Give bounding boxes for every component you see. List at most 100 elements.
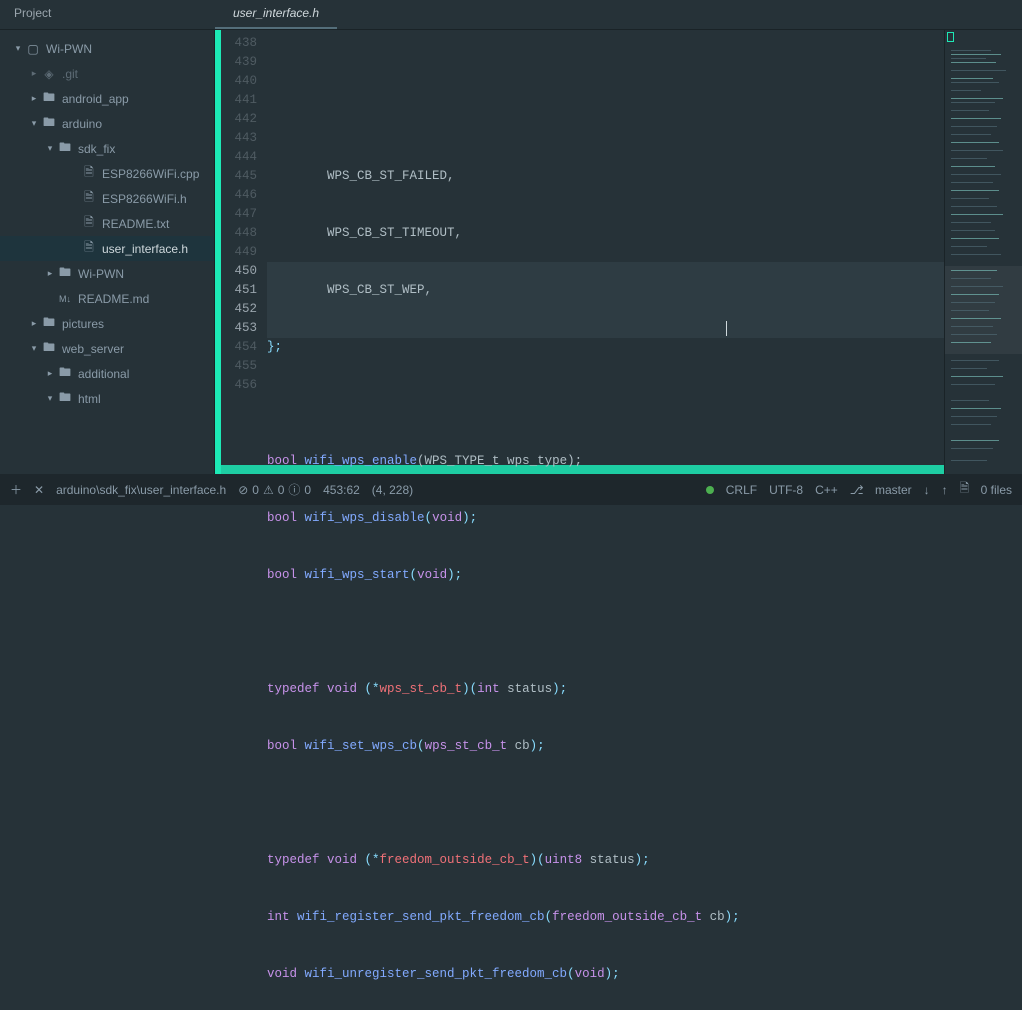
tree-label: pictures [62,317,104,331]
folder-icon: 🖿 [40,338,58,359]
code-line [267,395,944,414]
warning-icon: ⚠ [263,483,274,497]
line-number: 448 [221,224,257,243]
tree-wi-pwn-sub[interactable]: ▸🖿Wi-PWN [0,261,214,286]
file-icon: 🗎 [80,163,98,184]
chevron-right-icon: ▸ [44,368,56,379]
code-line: WPS_CB_ST_FAILED, [267,167,944,186]
tree-additional[interactable]: ▸🖿 additional [0,361,214,386]
tree-file-esp-h[interactable]: 🗎ESP8266WiFi.h [0,186,214,211]
line-number: 445 [221,167,257,186]
git-pull-icon[interactable]: ↑ [942,483,948,497]
tree-arduino[interactable]: ▾🖿arduino [0,111,214,136]
file-icon: 🗎 [80,188,98,209]
code-line: bool wifi_wps_start(void); [267,566,944,585]
tree-root[interactable]: ▾▢ Wi-PWN [0,36,214,61]
tree-label: README.txt [102,217,169,231]
editor-pane: 438 439 440 441 442 443 444 445 446 447 … [215,30,1022,474]
tree-label: ESP8266WiFi.cpp [102,167,199,181]
error-icon: ⊘ [238,483,248,497]
tree-file-user-interface[interactable]: 🗎 user_interface.h [0,236,214,261]
code-line: int wifi_register_send_pkt_freedom_cb(fr… [267,908,944,927]
status-cursor-pos[interactable]: 453:62 [323,483,360,497]
status-language[interactable]: C++ [815,483,838,497]
line-number: 453 [221,319,257,338]
git-branch-icon: ⎇ [850,483,864,497]
tree-readme-md[interactable]: M↓ README.md [0,286,214,311]
tree-label: android_app [62,92,129,106]
minimap[interactable] [944,30,1022,474]
status-branch[interactable]: ⎇ master [850,483,912,497]
chevron-right-icon: ▸ [28,68,40,79]
branch-name: master [875,483,912,497]
file-icon: 🗎 [960,479,970,500]
folder-icon: 🖿 [56,138,74,159]
tree-label: sdk_fix [78,142,115,156]
code-line: void wifi_unregister_send_pkt_freedom_cb… [267,965,944,984]
project-tree[interactable]: ▾▢Wi-PWN ▸◈.git ▸🖿android_app ▾🖿arduino … [0,30,215,474]
add-button[interactable]: ＋ [10,481,22,498]
file-icon: 🗎 [80,238,98,259]
code-line: WPS_CB_ST_TIMEOUT, [267,224,944,243]
line-number: 443 [221,129,257,148]
close-button[interactable]: ✕ [34,483,44,497]
main-area: ▾▢Wi-PWN ▸◈.git ▸🖿android_app ▾🖿arduino … [0,30,1022,474]
code-content[interactable]: WPS_CB_ST_FAILED, WPS_CB_ST_TIMEOUT, WPS… [267,30,944,474]
selection-highlight [267,300,944,319]
status-encoding-group [706,486,714,494]
chevron-down-icon: ▾ [28,118,40,129]
file-tab-user-interface[interactable]: user_interface.h [215,0,337,29]
folder-icon: 🖿 [56,388,74,409]
cursor-caret [726,321,727,336]
tree-label: .git [62,67,78,81]
git-icon: ◈ [40,67,58,81]
line-number: 440 [221,72,257,91]
warning-count: 0 [278,483,285,497]
folder-icon: 🖿 [56,263,74,284]
chevron-down-icon: ▾ [12,43,24,54]
chevron-down-icon: ▾ [44,393,56,404]
status-path[interactable]: arduino\sdk_fix\user_interface.h [56,483,226,497]
tree-file-readme-txt[interactable]: 🗎README.txt [0,211,214,236]
info-icon: ⓘ [288,481,300,498]
chevron-right-icon: ▸ [28,318,40,329]
selection-highlight [267,319,944,338]
tree-label: user_interface.h [102,242,188,256]
tree-android-app[interactable]: ▸🖿android_app [0,86,214,111]
tree-label: html [78,392,101,406]
code-line: bool wifi_wps_enable(WPS_TYPE_t wps_type… [267,452,944,471]
selection-highlight [267,262,944,281]
project-panel-tab[interactable]: Project [0,0,215,29]
git-push-icon[interactable]: ↓ [924,483,930,497]
line-number: 451 [221,281,257,300]
package-icon: ▢ [24,42,42,56]
status-selection[interactable]: (4, 228) [372,483,413,497]
tree-pictures[interactable]: ▸🖿 pictures [0,311,214,336]
line-number: 438 [221,34,257,53]
markdown-icon: M↓ [56,294,74,304]
line-number: 449 [221,243,257,262]
tree-label: additional [78,367,129,381]
tree-label: Wi-PWN [78,267,124,281]
tree-git[interactable]: ▸◈ .git [0,61,214,86]
tree-label: README.md [78,292,149,306]
code-line: bool wifi_set_wps_cb(wps_st_cb_t cb); [267,737,944,756]
folder-icon: 🖿 [40,313,58,334]
tree-file-esp-cpp[interactable]: 🗎 ESP8266WiFi.cpp [0,161,214,186]
minimap-cursor-icon [947,32,954,42]
line-number: 444 [221,148,257,167]
tree-sdk-fix[interactable]: ▾🖿sdk_fix [0,136,214,161]
tree-web-server[interactable]: ▾🖿web_server [0,336,214,361]
folder-icon: 🖿 [56,363,74,384]
status-files[interactable]: 🗎 0 files [960,479,1012,500]
line-number: 441 [221,91,257,110]
status-line-ending[interactable]: CRLF [726,483,757,497]
line-number-gutter[interactable]: 438 439 440 441 442 443 444 445 446 447 … [221,30,267,474]
tree-html[interactable]: ▾🖿 html [0,386,214,411]
status-diagnostics[interactable]: ⊘0 ⚠0 ⓘ0 [238,481,311,498]
status-encoding[interactable]: UTF-8 [769,483,803,497]
info-count: 0 [304,483,311,497]
online-dot-icon [706,486,714,494]
tree-label: Wi-PWN [46,42,92,56]
code-line: typedef void (*freedom_outside_cb_t)(uin… [267,851,944,870]
